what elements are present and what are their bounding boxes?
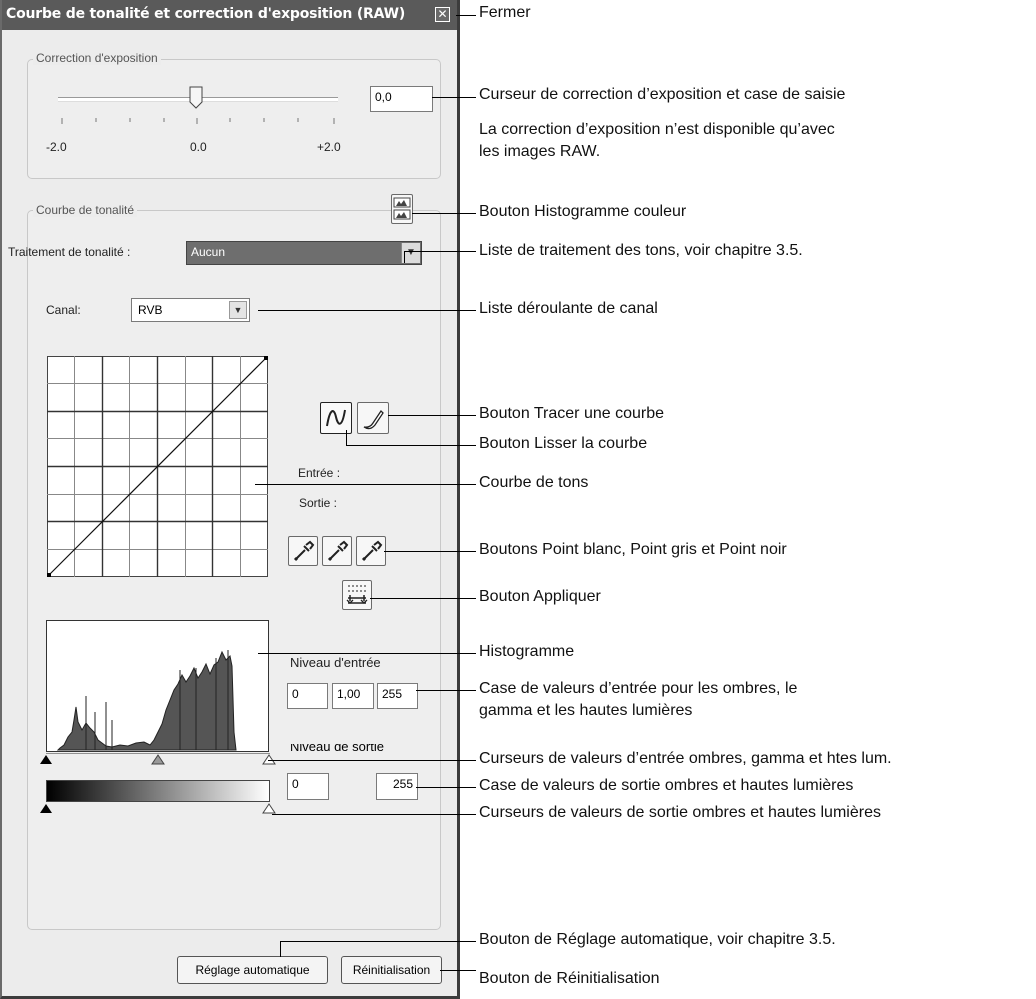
color-histogram-button[interactable] [391, 194, 413, 224]
tone-group-label: Courbe de tonalité [33, 203, 138, 217]
annotation-tone-list: Liste de traitement des tons, voir chapi… [479, 242, 803, 259]
input-level-label: Niveau d'entrée [290, 655, 381, 670]
callout-line [280, 941, 281, 957]
close-button[interactable]: ✕ [435, 7, 450, 22]
annotation-smooth-curve: Bouton Lisser la courbe [479, 435, 648, 452]
draw-curve-button[interactable] [357, 402, 389, 434]
channel-select[interactable]: RVB ▼ [131, 298, 250, 322]
annotation-apply: Bouton Appliquer [479, 588, 601, 605]
channel-label: Canal: [46, 303, 81, 317]
input-shadow-field[interactable]: 0 [287, 683, 328, 709]
callout-line [432, 97, 476, 98]
annotation-point-buttons: Boutons Point blanc, Point gris et Point… [479, 541, 787, 558]
callout-line [440, 970, 476, 971]
eyedropper-icon [361, 540, 383, 562]
white-point-button[interactable] [288, 536, 318, 566]
callout-line [268, 760, 476, 761]
callout-line [255, 484, 476, 485]
slider-ticks [61, 118, 335, 124]
tick-label-max: +2.0 [317, 140, 341, 154]
input-level-sliders[interactable] [40, 753, 276, 767]
output-shadow-field[interactable]: 0 [287, 773, 329, 800]
exposure-value-input[interactable]: 0,0 [370, 86, 433, 112]
output-highlight-field[interactable]: 255 [376, 773, 418, 800]
input-highlight-field[interactable]: 255 [377, 683, 418, 709]
exposure-group-label: Correction d'exposition [33, 51, 161, 65]
callout-line [272, 814, 476, 815]
annotation-input-values-1: Case de valeurs d’entrée pour les ombres… [479, 680, 798, 697]
input-gamma-slider [151, 754, 165, 765]
tone-processing-value: Aucun [191, 245, 226, 259]
chevron-down-icon[interactable]: ▼ [229, 301, 247, 319]
annotation-exposure-slider: Curseur de correction d’exposition et ca… [479, 86, 846, 103]
annotation-close: Fermer [479, 4, 531, 21]
histogram-graph [46, 620, 269, 752]
annotation-channel-list: Liste déroulante de canal [479, 300, 658, 317]
exposure-slider[interactable] [58, 86, 340, 110]
annotation-input-sliders: Curseurs de valeurs d’entrée ombres, gam… [479, 750, 892, 767]
callout-line [346, 430, 347, 445]
annotation-output-sliders: Curseurs de valeurs de sortie ombres et … [479, 804, 881, 821]
annotation-raw-note-2: les images RAW. [479, 143, 601, 160]
annotation-output-values: Case de valeurs de sortie ombres et haut… [479, 777, 854, 794]
tick-label-min: -2.0 [46, 140, 67, 154]
callout-line [456, 15, 476, 16]
input-shadow-slider [40, 755, 52, 764]
smooth-curve-button[interactable] [320, 402, 352, 434]
apply-icon [346, 585, 368, 604]
tone-processing-label: Traitement de tonalité : [8, 245, 131, 259]
dialog-title: Courbe de tonalité et correction d'expos… [6, 6, 406, 22]
callout-line [346, 445, 476, 446]
reset-button[interactable]: Réinitialisation [341, 956, 442, 984]
apply-button[interactable] [342, 580, 372, 610]
title-bar[interactable]: Courbe de tonalité et correction d'expos… [2, 0, 457, 30]
output-readout-label: Sortie : [299, 496, 338, 510]
annotation-color-histogram: Bouton Histogramme couleur [479, 203, 687, 220]
callout-line [384, 551, 476, 552]
callout-line [258, 653, 476, 654]
callout-line [280, 941, 476, 942]
gray-point-button[interactable] [322, 536, 352, 566]
black-point-button[interactable] [356, 536, 386, 566]
tone-curve-dialog: Courbe de tonalité et correction d'expos… [0, 0, 460, 999]
callout-line [416, 787, 476, 788]
smooth-curve-icon [326, 409, 346, 427]
annotation-reset-button: Bouton de Réinitialisation [479, 970, 660, 987]
output-level-label-clip: Niveau de sortie [290, 744, 430, 755]
output-level-label: Niveau de sortie [290, 744, 384, 754]
input-gamma-field[interactable]: 1,00 [332, 683, 374, 709]
tone-curve-graph[interactable] [47, 356, 269, 578]
callout-line [388, 415, 476, 416]
annotation-tone-curve: Courbe de tons [479, 474, 589, 491]
annotation-draw-curve: Bouton Tracer une courbe [479, 405, 665, 422]
histogram-icon [393, 197, 411, 220]
input-readout-label: Entrée : [298, 466, 341, 480]
annotation-input-values-2: gamma et les hautes lumières [479, 702, 693, 719]
auto-adjust-button[interactable]: Réglage automatique [177, 956, 328, 984]
callout-line [404, 251, 405, 263]
channel-value: RVB [138, 303, 163, 317]
eyedropper-icon [327, 540, 349, 562]
close-icon: ✕ [437, 7, 448, 21]
tick-label-zero: 0.0 [190, 140, 207, 154]
annotation-auto-button: Bouton de Réglage automatique, voir chap… [479, 931, 836, 948]
output-gradient-bar [46, 780, 270, 802]
tone-processing-select[interactable]: Aucun ▼ [186, 241, 422, 265]
callout-line [404, 251, 476, 252]
callout-line [416, 690, 476, 691]
callout-line [370, 598, 476, 599]
callout-line [258, 310, 476, 311]
callout-line [412, 213, 476, 214]
output-level-sliders[interactable] [40, 802, 276, 816]
slider-thumb[interactable] [189, 86, 203, 110]
pencil-icon [363, 409, 384, 430]
output-shadow-slider [40, 804, 52, 813]
eyedropper-icon [293, 540, 315, 562]
annotation-raw-note-1: La correction d’exposition n’est disponi… [479, 121, 835, 138]
output-highlight-slider [262, 803, 276, 814]
annotation-histogram: Histogramme [479, 643, 575, 660]
